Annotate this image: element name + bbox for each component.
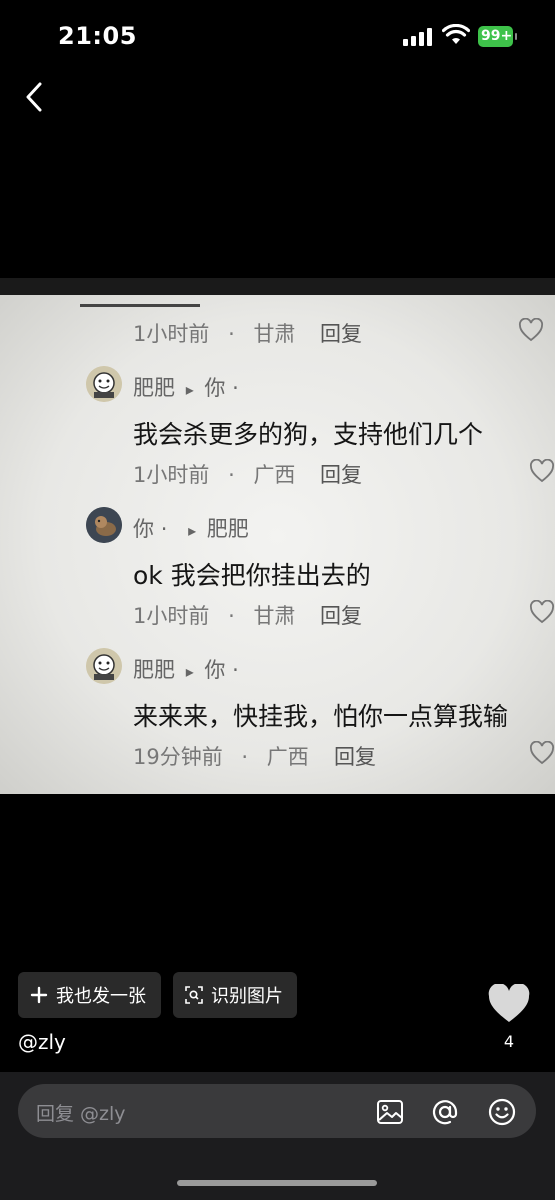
comment-reply-link: 回复 [320,463,362,487]
comment-text: ok 我会把你挂出去的 [133,561,371,590]
at-icon[interactable] [430,1097,460,1127]
comment-meta: 1小时前 · 广西 [133,463,296,487]
comment-reply-link: 回复 [334,745,376,769]
comment-text: 我会杀更多的狗，支持他们几个 [133,420,484,449]
back-icon[interactable] [18,80,52,114]
wifi-icon [442,24,470,44]
heart-icon [530,600,554,624]
heart-icon [530,741,554,765]
post-also-button[interactable]: 我也发一张 [18,972,161,1018]
comment-author-line: 肥肥 ▸ 你 · [133,658,239,682]
post-also-label: 我也发一张 [56,986,146,1007]
recognize-image-button[interactable]: 识别图片 [173,972,297,1018]
comment-reply-link: 回复 [320,322,362,346]
comment-reply-link: 回复 [320,604,362,628]
comment-meta: 19分钟前 · 广西 [133,745,309,769]
avatar [86,366,122,402]
like-count: 4 [503,1032,515,1051]
image-top-edge [0,278,555,295]
reply-input[interactable]: 回复 @zly [18,1084,536,1138]
heart-icon[interactable] [487,984,531,1024]
signal-icon [403,28,433,46]
emoji-icon[interactable] [487,1097,517,1127]
comment-text: 来来来，快挂我，怕你一点算我输 [133,702,509,731]
heart-icon [519,318,543,342]
home-indicator [177,1180,377,1186]
recognize-image-label: 识别图片 [211,986,283,1007]
comment-author-line: 肥肥 ▸ 你 · [133,376,239,400]
post-username[interactable]: @zly [18,1030,66,1054]
plus-icon [30,986,48,1004]
heart-icon [530,459,554,483]
comment-screenshot-image[interactable]: 1小时前 · 甘肃 回复 肥肥 ▸ 你 · 我会杀更多的狗，支持他们几个 1小时… [0,278,555,794]
image-tab-indicator [80,304,200,307]
reply-placeholder: 回复 @zly [36,1103,126,1125]
avatar [86,648,122,684]
scan-icon [185,986,203,1004]
status-bar: 21:05 99+ [0,0,555,70]
comment-meta: 1小时前 · 甘肃 [133,604,296,628]
image-icon[interactable] [375,1097,405,1127]
status-time: 21:05 [58,22,137,50]
avatar [86,507,122,543]
comment-meta: 1小时前 · 甘肃 [133,322,296,346]
comment-author-line: 你 · ▸ 肥肥 [133,517,249,541]
battery-indicator: 99+ [478,26,517,47]
